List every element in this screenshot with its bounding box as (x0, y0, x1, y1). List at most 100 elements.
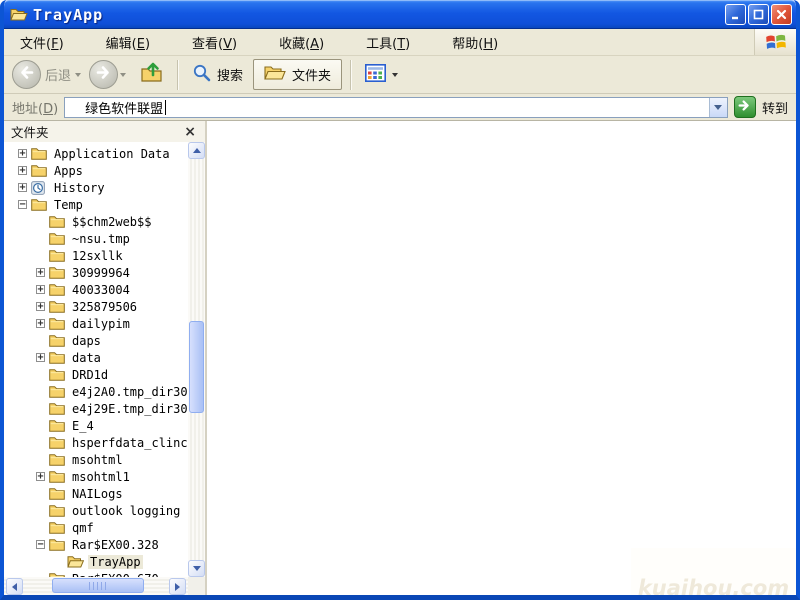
tree-row[interactable]: + History (4, 179, 188, 196)
expander-spacer (36, 438, 45, 447)
menu-item-t[interactable]: 工具(T) (356, 30, 420, 55)
menu-item-e[interactable]: 编辑(E) (96, 30, 160, 55)
scroll-up-button[interactable] (188, 142, 205, 159)
window-title: TrayApp (33, 6, 103, 24)
tree-row[interactable]: +30999964 (4, 264, 188, 281)
menu-item-a[interactable]: 收藏(A) (269, 30, 334, 55)
forward-dropdown-icon[interactable] (120, 73, 126, 77)
tree-row[interactable]: DRD1d (4, 366, 188, 383)
tree-row[interactable]: hsperfdata_clinc (4, 434, 188, 451)
tree-label[interactable]: dailypim (70, 317, 132, 331)
tree-row[interactable]: msohtml (4, 451, 188, 468)
tree-row[interactable]: 12sxllk (4, 247, 188, 264)
menu-item-h[interactable]: 帮助(H) (442, 30, 508, 55)
folder-icon (49, 249, 66, 262)
tree-label[interactable]: TrayApp (88, 555, 143, 569)
expand-icon[interactable]: + (36, 302, 45, 311)
folder-icon (49, 232, 66, 245)
tree-label[interactable]: DRD1d (70, 368, 110, 382)
tree-row[interactable]: TrayApp (4, 553, 188, 570)
collapse-icon[interactable]: − (36, 540, 45, 549)
tree-row[interactable]: + msohtml1 (4, 468, 188, 485)
go-label: 转到 (762, 98, 788, 117)
up-button[interactable] (140, 61, 165, 88)
tree-label[interactable]: Application Data (52, 147, 172, 161)
scroll-right-button[interactable] (169, 578, 186, 595)
tree-row[interactable]: ~nsu.tmp (4, 230, 188, 247)
vertical-scrollbar[interactable] (188, 142, 205, 577)
tree-label[interactable]: E_4 (70, 419, 96, 433)
expand-icon[interactable]: + (18, 166, 27, 175)
tree-row[interactable]: +40033004 (4, 281, 188, 298)
vertical-scroll-thumb[interactable] (189, 321, 204, 413)
tree-label[interactable]: 30999964 (70, 266, 132, 280)
expand-icon[interactable]: + (36, 353, 45, 362)
address-input[interactable]: 绿色软件联盟 (64, 97, 728, 118)
tree-label[interactable]: e4j2A0.tmp_dir30 (70, 385, 188, 399)
expand-icon[interactable]: + (36, 472, 45, 481)
tree-row[interactable]: Rar$EX00.670 (4, 570, 188, 577)
collapse-icon[interactable]: − (18, 200, 27, 209)
scroll-left-button[interactable] (6, 578, 23, 595)
tree-label[interactable]: hsperfdata_clinc (70, 436, 188, 450)
expander-spacer (36, 234, 45, 243)
tree-label[interactable]: History (52, 181, 107, 195)
expand-icon[interactable]: + (36, 319, 45, 328)
folders-panel: 文件夹 × +Application Data+Apps+History−Tem… (4, 121, 207, 595)
tree-row[interactable]: + Apps (4, 162, 188, 179)
tree-row[interactable]: qmf (4, 519, 188, 536)
forward-button[interactable] (89, 60, 118, 89)
tree-row[interactable]: E_4 (4, 417, 188, 434)
folders-button[interactable]: 文件夹 (253, 59, 342, 90)
tree-label[interactable]: 12sxllk (70, 249, 125, 263)
tree-row[interactable]: daps (4, 332, 188, 349)
tree-label[interactable]: qmf (70, 521, 96, 535)
tree-label[interactable]: 325879506 (70, 300, 139, 314)
tree-row[interactable]: + dailypim (4, 315, 188, 332)
tree-label[interactable]: Rar$EX00.328 (70, 538, 161, 552)
horizontal-scrollbar[interactable] (4, 577, 188, 595)
expand-icon[interactable]: + (18, 183, 27, 192)
tree-label[interactable]: daps (70, 334, 103, 348)
address-dropdown-button[interactable] (709, 98, 727, 117)
close-button[interactable] (771, 4, 792, 25)
menu-item-v[interactable]: 查看(V) (182, 30, 247, 55)
tree-label[interactable]: data (70, 351, 103, 365)
tree-label[interactable]: $$chm2web$$ (70, 215, 153, 229)
expand-icon[interactable]: + (36, 268, 45, 277)
tree-label[interactable]: msohtml1 (70, 470, 132, 484)
tree-row[interactable]: outlook logging (4, 502, 188, 519)
minimize-button[interactable] (725, 4, 746, 25)
tree-label[interactable]: e4j29E.tmp_dir30 (70, 402, 188, 416)
tree-label[interactable]: Apps (52, 164, 85, 178)
expand-icon[interactable]: + (36, 285, 45, 294)
tree-row[interactable]: e4j29E.tmp_dir30 (4, 400, 188, 417)
tree-label[interactable]: outlook logging (70, 504, 182, 518)
tree-label[interactable]: NAILogs (70, 487, 125, 501)
search-button[interactable]: 搜索 (184, 63, 251, 87)
tree-row[interactable]: − Temp (4, 196, 188, 213)
horizontal-scroll-thumb[interactable] (52, 578, 144, 593)
tree-row[interactable]: +325879506 (4, 298, 188, 315)
tree-row[interactable]: + data (4, 349, 188, 366)
tree-row[interactable]: $$chm2web$$ (4, 213, 188, 230)
scroll-down-button[interactable] (188, 560, 205, 577)
tree-row[interactable]: NAILogs (4, 485, 188, 502)
go-arrow-icon (737, 98, 752, 117)
tree-row[interactable]: + Application Data (4, 145, 188, 162)
tree-label[interactable]: msohtml (70, 453, 125, 467)
go-button[interactable] (734, 96, 756, 118)
expand-icon[interactable]: + (18, 149, 27, 158)
back-dropdown-icon[interactable] (75, 73, 81, 77)
maximize-button[interactable] (748, 4, 769, 25)
views-button[interactable] (357, 64, 414, 86)
close-panel-button[interactable]: × (182, 125, 198, 139)
tree-label[interactable]: Temp (52, 198, 85, 212)
back-button[interactable] (12, 60, 41, 89)
tree-row[interactable]: − Rar$EX00.328 (4, 536, 188, 553)
tree-label[interactable]: ~nsu.tmp (70, 232, 132, 246)
arrow-right-icon (175, 583, 180, 591)
tree-row[interactable]: e4j2A0.tmp_dir30 (4, 383, 188, 400)
tree-label[interactable]: 40033004 (70, 283, 132, 297)
menu-item-f[interactable]: 文件(F) (10, 30, 74, 55)
